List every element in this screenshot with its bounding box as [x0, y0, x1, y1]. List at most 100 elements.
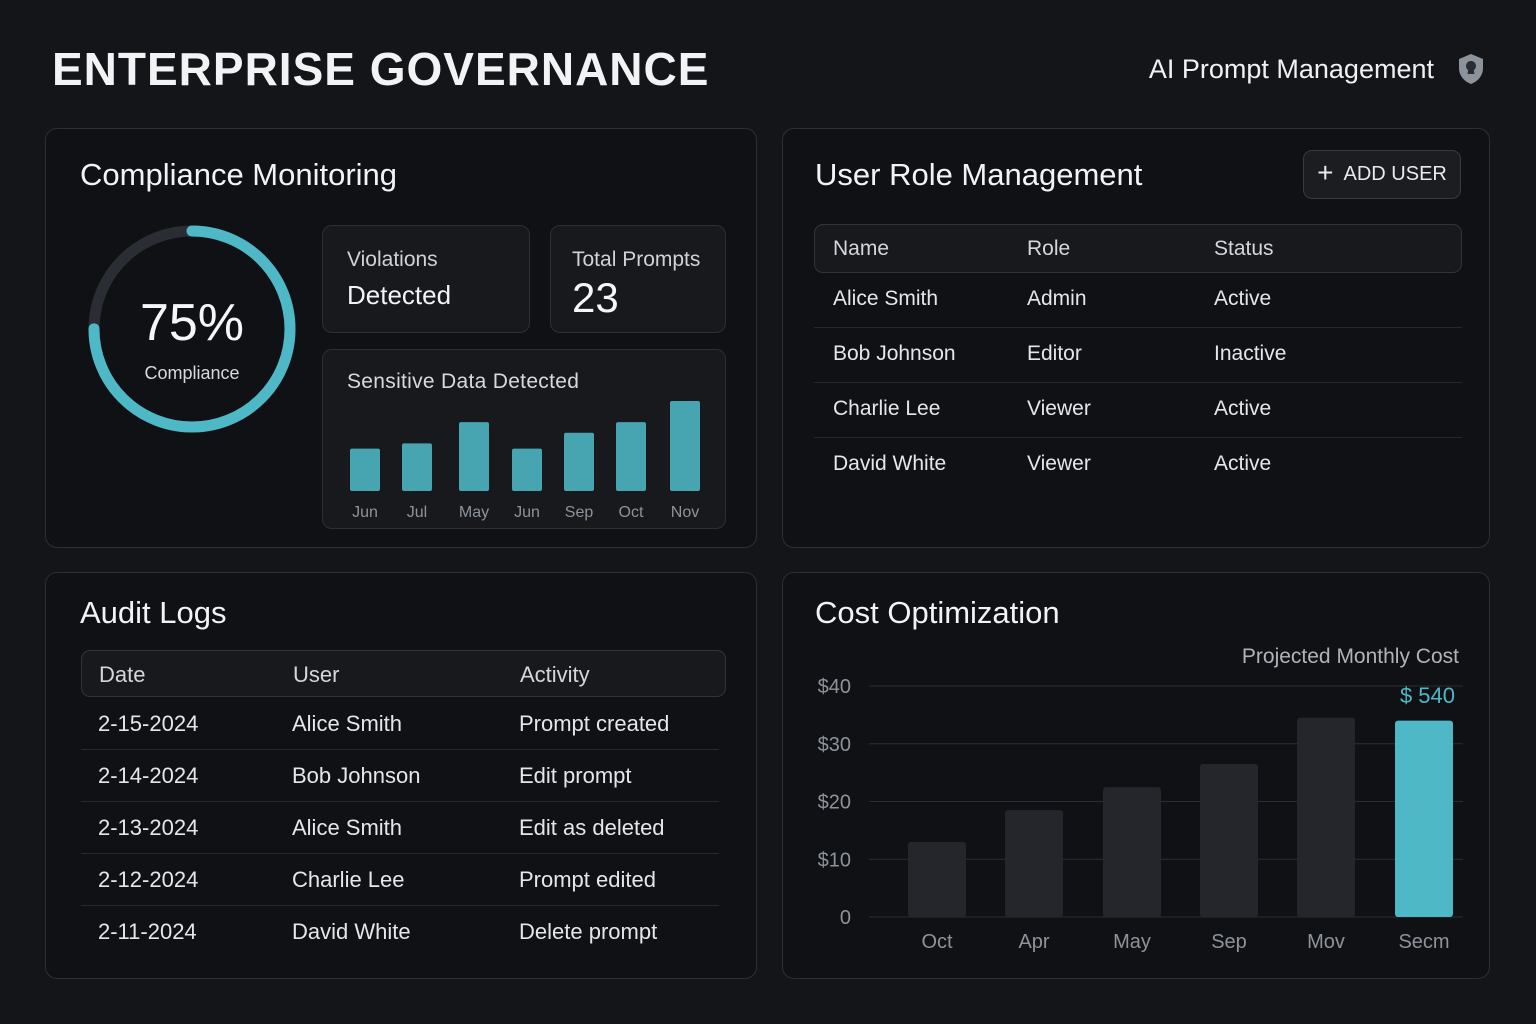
column-header-user[interactable]: User: [293, 662, 339, 688]
user-table-header: Name Role Status: [814, 224, 1462, 273]
compliance-donut: 75% Compliance: [84, 221, 300, 437]
user-status: Inactive: [1214, 342, 1287, 365]
audit-user: Alice Smith: [292, 711, 403, 736]
cost-y-tick: 0: [840, 907, 851, 929]
cost-bar[interactable]: [1200, 763, 1258, 917]
audit-row[interactable]: 2-15-2024 Alice Smith Prompt created: [81, 698, 719, 750]
user-role: Editor: [1027, 342, 1082, 365]
user-status: Active: [1214, 452, 1272, 475]
sensitive-bar[interactable]: [402, 443, 432, 491]
audit-activity: Prompt edited: [519, 867, 656, 892]
cost-y-tick: $40: [818, 676, 851, 698]
cost-bar-highlight[interactable]: [1395, 720, 1453, 917]
total-prompts-label: Total Prompts: [572, 248, 701, 271]
cost-y-tick: $20: [818, 792, 851, 814]
cost-chart: 0 $10 $20 $30 $40 Oct Apr May Sep Mov Secm Projecte…: [818, 645, 1463, 953]
user-row[interactable]: Alice Smith Admin Active: [814, 274, 1462, 328]
user-row[interactable]: Charlie Lee Viewer Active: [814, 384, 1462, 438]
compliance-percent: 75%: [139, 294, 245, 352]
user-name: Bob Johnson: [833, 342, 956, 365]
total-prompts-value: 23: [572, 274, 619, 321]
cost-optimization-card: Cost Optimization 0 $10 $20 $30 $40 Oct Apr May…: [782, 572, 1490, 979]
compliance-card: Compliance Monitoring 75% Compliance Vio…: [45, 128, 757, 548]
audit-table-header: Date User Activity: [81, 650, 726, 697]
sensitive-data-card: Sensitive Data Detected Jun Jul May Jun Sep O…: [322, 349, 726, 529]
audit-row[interactable]: 2-13-2024 Alice Smith Edit as deleted: [81, 802, 719, 854]
projected-cost-value: $ 540: [1400, 683, 1455, 708]
user-name: Charlie Lee: [833, 397, 941, 420]
cost-x-label: Mov: [1307, 931, 1345, 953]
sensitive-x-label: Sep: [565, 504, 594, 521]
sensitive-x-label: May: [459, 504, 489, 521]
audit-date: 2-14-2024: [98, 763, 199, 788]
compliance-caption: Compliance: [144, 363, 240, 383]
audit-date: 2-13-2024: [98, 815, 199, 840]
cost-x-label: Apr: [1018, 931, 1049, 953]
sensitive-bar[interactable]: [459, 422, 489, 491]
user-row[interactable]: David White Viewer Active: [814, 439, 1462, 493]
user-status: Active: [1214, 287, 1272, 310]
sensitive-bar[interactable]: [564, 432, 594, 491]
user-role-card: User Role Management + ADD USER Name Rol…: [782, 128, 1490, 548]
column-header-activity[interactable]: Activity: [520, 662, 590, 688]
sensitive-data-chart: Jun Jul May Jun Sep Oct Nov: [350, 401, 700, 521]
column-header-name[interactable]: Name: [833, 237, 889, 261]
cost-bar[interactable]: [1297, 717, 1355, 917]
audit-activity: Edit prompt: [519, 763, 632, 788]
user-role: Admin: [1027, 287, 1087, 310]
total-prompts-card[interactable]: Total Prompts 23: [550, 225, 726, 333]
user-role: Viewer: [1027, 452, 1091, 475]
audit-date: 2-12-2024: [98, 867, 199, 892]
cost-x-label: Sep: [1211, 931, 1247, 953]
cost-bar[interactable]: [1005, 810, 1063, 917]
audit-activity: Prompt created: [519, 711, 670, 736]
sensitive-x-label: Oct: [619, 504, 644, 521]
page-title: ENTERPRISE GOVERNANCE: [52, 43, 710, 95]
sensitive-bar[interactable]: [350, 448, 380, 491]
user-name: Alice Smith: [833, 287, 939, 310]
audit-activity: Edit as deleted: [519, 815, 665, 840]
audit-date: 2-11-2024: [98, 919, 197, 944]
audit-logs-title: Audit Logs: [80, 595, 227, 630]
audit-user: David White: [292, 919, 411, 944]
user-role-title: User Role Management: [815, 157, 1143, 192]
plus-icon: +: [1317, 157, 1334, 188]
sensitive-bar[interactable]: [616, 422, 646, 491]
add-user-button[interactable]: + ADD USER: [1303, 150, 1461, 199]
column-header-status[interactable]: Status: [1214, 237, 1274, 261]
column-header-date[interactable]: Date: [99, 662, 145, 688]
cost-y-tick: $10: [818, 849, 851, 871]
audit-user: Charlie Lee: [292, 867, 405, 892]
sensitive-bar[interactable]: [512, 448, 542, 491]
header-right: AI Prompt Management: [1149, 52, 1486, 86]
violations-card[interactable]: Violations Detected: [322, 225, 530, 333]
audit-row[interactable]: 2-14-2024 Bob Johnson Edit prompt: [81, 750, 719, 802]
projected-cost-label: Projected Monthly Cost: [1242, 645, 1459, 668]
violations-value: Detected: [347, 280, 452, 310]
user-row[interactable]: Bob Johnson Editor Inactive: [814, 329, 1462, 383]
cost-x-label: Oct: [921, 931, 953, 953]
sensitive-x-label: Jun: [514, 504, 540, 521]
audit-activity: Delete prompt: [519, 919, 658, 944]
audit-date: 2-15-2024: [98, 711, 199, 736]
sensitive-x-label: Jun: [352, 504, 378, 521]
column-header-role[interactable]: Role: [1027, 237, 1070, 261]
sensitive-bar[interactable]: [670, 401, 700, 491]
sensitive-x-label: Nov: [671, 504, 699, 521]
violations-label: Violations: [347, 248, 438, 271]
cost-bar[interactable]: [1103, 787, 1161, 917]
compliance-title: Compliance Monitoring: [80, 157, 398, 192]
sensitive-x-label: Jul: [407, 504, 427, 521]
add-user-label: ADD USER: [1343, 163, 1447, 185]
audit-row[interactable]: 2-12-2024 Charlie Lee Prompt edited: [81, 854, 719, 906]
audit-row[interactable]: 2-11-2024 David White Delete prompt: [81, 906, 719, 958]
header-subtitle: AI Prompt Management: [1148, 53, 1434, 84]
audit-user: Alice Smith: [292, 815, 403, 840]
audit-logs-card: Audit Logs Date User Activity 2-15-2024 …: [45, 572, 757, 979]
user-role: Viewer: [1027, 397, 1091, 420]
cost-x-label: May: [1113, 931, 1151, 953]
shield-icon[interactable]: [1456, 52, 1486, 86]
cost-x-label: Secm: [1398, 931, 1449, 953]
cost-bar[interactable]: [908, 841, 966, 917]
audit-user: Bob Johnson: [292, 763, 421, 788]
